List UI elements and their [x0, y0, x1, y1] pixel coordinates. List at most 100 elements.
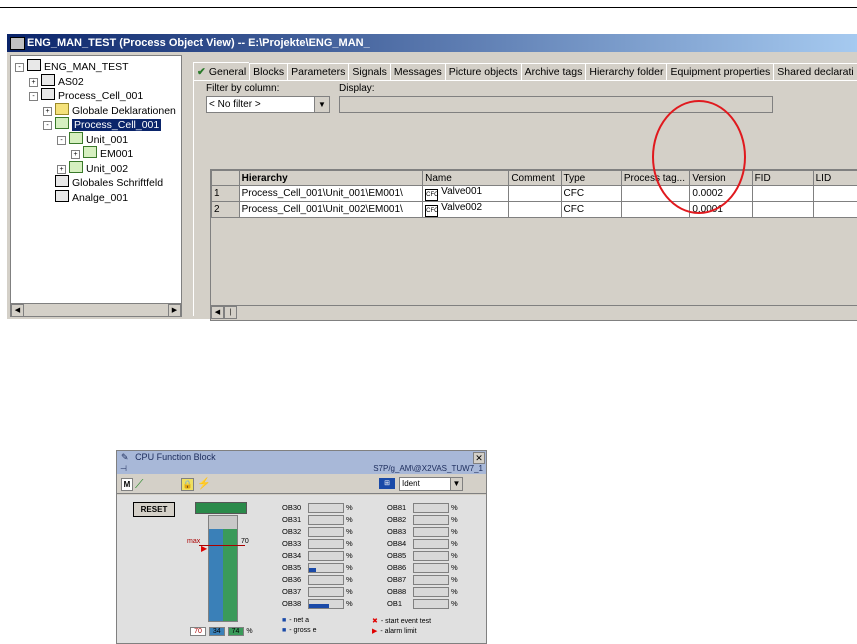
cell-name[interactable]: CFCValve001 — [423, 186, 509, 202]
scroll-thumb-icon[interactable]: | — [224, 306, 237, 319]
faceplate-title-bar[interactable]: ✎ CPU Function Block ✕ — [117, 451, 486, 464]
collapse-icon[interactable]: - — [15, 63, 24, 72]
percent-sign: % — [451, 599, 458, 608]
column-header[interactable]: Type — [561, 171, 621, 186]
ob-label: OB35 — [282, 563, 301, 572]
cell-text: Valve001 — [441, 186, 482, 197]
project-icon — [27, 59, 41, 71]
cell-type[interactable]: CFC — [561, 202, 621, 218]
expand-icon[interactable]: + — [57, 165, 66, 174]
acknowledge-icon[interactable]: ⚡ — [197, 477, 211, 490]
reset-button[interactable]: RESET — [133, 502, 175, 517]
ob-load-bar — [308, 527, 344, 537]
column-header[interactable]: FID — [752, 171, 813, 186]
column-header[interactable]: LID — [813, 171, 857, 186]
cell-type[interactable]: CFC — [561, 186, 621, 202]
unit-icon — [83, 146, 97, 158]
ob-load-bar — [413, 599, 449, 609]
filter-select[interactable]: < No filter > ▼ — [206, 96, 330, 113]
table-horizontal-scrollbar[interactable]: ◀ | — [211, 305, 857, 320]
tree-item[interactable]: -Process_Cell_001 — [29, 88, 143, 103]
gauge-unit: % — [246, 628, 252, 635]
close-icon[interactable]: ✕ — [473, 452, 485, 464]
tab-general[interactable]: ✔General — [193, 62, 250, 81]
cell-fid[interactable] — [752, 202, 813, 218]
tab-picture-objects[interactable]: Picture objects — [445, 63, 522, 80]
chevron-down-icon[interactable]: ▼ — [314, 97, 329, 112]
display-label: Display: — [339, 83, 375, 94]
expand-icon[interactable]: + — [43, 107, 52, 116]
view-icon[interactable]: ⊞ — [379, 478, 395, 489]
tab-messages[interactable]: Messages — [390, 63, 446, 80]
mode-m-button[interactable]: M — [121, 478, 133, 491]
cell-hierarchy[interactable]: Process_Cell_001\Unit_002\EM001\ — [239, 202, 423, 218]
tree-item[interactable]: Analge_001 — [43, 190, 128, 205]
trend-icon[interactable]: ⟋ — [135, 477, 143, 492]
ob-load-bar — [308, 575, 344, 585]
chevron-down-icon[interactable]: ▼ — [450, 478, 462, 490]
gauge-net-bar — [209, 529, 223, 621]
legend-item: ✖- start event test — [372, 617, 431, 625]
column-header[interactable]: Comment — [509, 171, 561, 186]
pin-icon[interactable]: ⊣ — [120, 464, 127, 473]
cell-lid[interactable] — [813, 186, 857, 202]
tab-shared-declarati[interactable]: Shared declarati — [773, 63, 857, 80]
percent-sign: % — [346, 599, 353, 608]
max-label: max — [187, 538, 200, 545]
tab-hierarchy-folder[interactable]: Hierarchy folder — [585, 63, 667, 80]
scroll-right-icon[interactable]: ▶ — [168, 304, 181, 317]
percent-sign: % — [346, 539, 353, 548]
pane-splitter[interactable] — [183, 55, 187, 317]
lock-icon[interactable]: 🔒 — [181, 478, 194, 491]
cell-lid[interactable] — [813, 202, 857, 218]
cell-comment[interactable] — [509, 186, 561, 202]
tree-item[interactable]: -Unit_001 — [57, 132, 128, 147]
gauge-value-1: 70 — [190, 627, 206, 636]
percent-sign: % — [346, 527, 353, 536]
objects-table: HierarchyNameCommentTypeProcess tag...Ve… — [210, 169, 857, 321]
scroll-left-icon[interactable]: ◀ — [211, 306, 224, 319]
cell-name[interactable]: CFCValve002 — [423, 202, 509, 218]
tree-item[interactable]: -Process_Cell_001 — [43, 117, 161, 132]
table-row[interactable]: 2 Process_Cell_001\Unit_002\EM001\CFCValv… — [212, 202, 857, 218]
column-header[interactable]: Hierarchy — [239, 171, 423, 186]
view-select[interactable]: Ident ▼ — [399, 477, 463, 491]
table-row[interactable]: 1Process_Cell_001\Unit_001\EM001\CFCValv… — [212, 186, 857, 202]
tree-horizontal-scrollbar[interactable]: ◀ ▶ — [11, 303, 181, 316]
tab-equipment-properties[interactable]: Equipment properties — [666, 63, 774, 80]
expand-icon[interactable]: + — [29, 78, 38, 87]
cell-comment[interactable] — [509, 202, 561, 218]
faceplate-subtitle-bar: ⊣ S7P/g_AM\@X2VAS_TUW7_1 — [117, 464, 486, 474]
scroll-left-icon[interactable]: ◀ — [11, 304, 24, 317]
cell-fid[interactable] — [752, 186, 813, 202]
percent-sign: % — [346, 503, 353, 512]
gauge-value-2: 34 — [209, 627, 225, 636]
tree-item[interactable]: +AS02 — [29, 74, 84, 89]
column-header[interactable]: Name — [423, 171, 509, 186]
tree-item-label: Globale Deklarationen — [72, 105, 176, 117]
collapse-icon[interactable]: - — [29, 92, 38, 101]
tab-archive-tags[interactable]: Archive tags — [521, 63, 587, 80]
percent-sign: % — [451, 539, 458, 548]
ob-label: OB36 — [282, 575, 301, 584]
tab-signals[interactable]: Signals — [348, 63, 390, 80]
cell-text: 2 — [214, 204, 220, 215]
cell-text: Process_Cell_001\Unit_001\EM001\ — [242, 188, 403, 199]
tree-item[interactable]: Globales Schriftfeld — [43, 175, 163, 190]
tree-item[interactable]: -ENG_MAN_TEST — [15, 59, 129, 74]
tree-item[interactable]: +EM001 — [71, 146, 133, 161]
tab-blocks[interactable]: Blocks — [249, 63, 288, 80]
window-title-bar[interactable]: ENG_MAN_TEST (Process Object View) -- E:… — [7, 34, 857, 52]
tab-parameters[interactable]: Parameters — [287, 63, 349, 80]
collapse-icon[interactable]: - — [57, 136, 66, 145]
tree-item[interactable]: + Globale Deklarationen — [43, 103, 176, 118]
cell-hierarchy[interactable]: Process_Cell_001\Unit_001\EM001\ — [239, 186, 423, 202]
percent-sign: % — [346, 575, 353, 584]
tree-item-label: Globales Schriftfeld — [72, 177, 163, 189]
expand-icon[interactable]: + — [71, 150, 80, 159]
collapse-icon[interactable]: - — [43, 121, 52, 130]
tree-item-label: Analge_001 — [72, 192, 128, 204]
tree-item[interactable]: +Unit_002 — [57, 161, 128, 176]
column-header[interactable] — [212, 171, 240, 186]
legend-symbol-icon: ■ — [282, 627, 286, 634]
